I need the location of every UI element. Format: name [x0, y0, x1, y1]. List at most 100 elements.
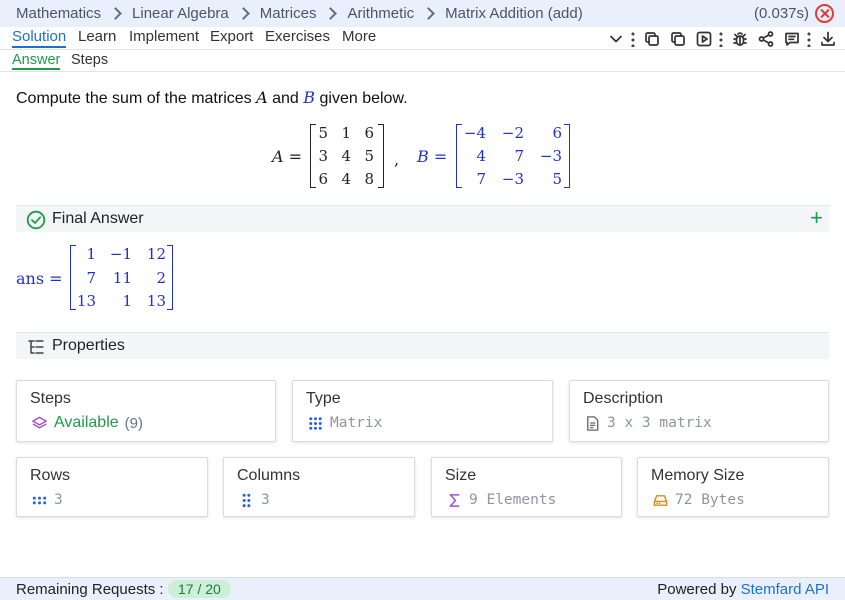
steps-count: (9) — [124, 414, 143, 432]
card-size: Size 9 Elements — [431, 457, 622, 517]
remaining-requests-label: Remaining Requests : — [16, 581, 164, 598]
var-b: B — [303, 88, 316, 107]
problem-prefix: Compute the sum of the matrices — [16, 90, 252, 107]
tab-more[interactable]: More — [342, 28, 376, 45]
download-icon[interactable] — [818, 29, 837, 48]
card-rows-value: 3 — [30, 491, 63, 509]
steps-available[interactable]: Available — [54, 414, 119, 432]
answer-cell: 1 — [122, 292, 132, 310]
answer-cell: 7 — [86, 269, 96, 287]
matrix-b-cell: −3 — [501, 170, 524, 188]
chevron-right-icon — [324, 7, 338, 20]
breadcrumb-item-arithmetic[interactable]: Arithmetic — [347, 5, 414, 22]
tab-exercises[interactable]: Exercises — [265, 28, 330, 45]
close-icon[interactable] — [815, 4, 834, 23]
tab-export[interactable]: Export — [210, 28, 253, 45]
card-type-title: Type — [306, 390, 341, 407]
problem-statement: Compute the sum of the matrices A and B … — [16, 88, 408, 108]
powered-prefix: Powered by — [657, 581, 737, 598]
check-circle-icon — [26, 210, 46, 230]
answer-cell: −1 — [109, 245, 132, 263]
matrix-a-cell: 5 — [364, 147, 374, 165]
answer-cell: 11 — [112, 269, 132, 287]
card-description: Description 3 x 3 matrix — [569, 380, 829, 442]
chevron-right-icon — [236, 7, 250, 20]
remaining-requests-badge: 17 / 20 — [168, 580, 231, 598]
card-size-title: Size — [445, 467, 477, 484]
columns-value: 3 — [261, 492, 270, 508]
footer: Remaining Requests : 17 / 20 Powered by … — [0, 577, 845, 600]
document-icon — [583, 414, 601, 432]
copy-icon[interactable] — [642, 29, 661, 48]
stemfard-api-link[interactable]: Stemfard API — [741, 581, 829, 598]
rows-value: 3 — [54, 492, 63, 508]
answer-cell: 13 — [146, 292, 166, 310]
properties-header[interactable]: Properties — [16, 332, 829, 359]
matrix-b-cell: −2 — [501, 124, 524, 142]
matrix-b-cell: 6 — [552, 124, 562, 142]
more-vertical-icon[interactable] — [631, 30, 635, 47]
timing-label: (0.037s) — [753, 5, 809, 22]
main-tabs: Solution Learn Implement Export Exercise… — [0, 27, 845, 50]
description-value: 3 x 3 matrix — [607, 415, 712, 431]
tab-solution[interactable]: Solution — [12, 28, 67, 48]
card-memory-title: Memory Size — [651, 467, 745, 484]
breadcrumb-item-matrices[interactable]: Matrices — [260, 5, 317, 22]
layers-icon — [30, 414, 48, 432]
columns-dots-icon — [237, 491, 255, 509]
matrix-a-label: A = — [272, 147, 303, 166]
card-description-title: Description — [583, 390, 664, 407]
memory-value: 72 Bytes — [675, 492, 745, 508]
bug-icon[interactable] — [730, 29, 749, 48]
card-columns-value: 3 — [237, 491, 270, 509]
matrix-b-cell: 7 — [476, 170, 486, 188]
matrix-b-cell: −3 — [539, 147, 562, 165]
rows-dots-icon — [30, 491, 48, 509]
powered-by: Powered by Stemfard API — [657, 581, 829, 598]
breadcrumb: Mathematics Linear Algebra Matrices Arit… — [0, 0, 845, 27]
card-memory-value: 72 Bytes — [651, 491, 745, 509]
answer-right-bracket — [167, 245, 173, 310]
card-steps[interactable]: Steps Available (9) — [16, 380, 276, 442]
answer-cell: 13 — [76, 292, 96, 310]
breadcrumb-item-linear-algebra[interactable]: Linear Algebra — [132, 5, 229, 22]
matrix-a-cell: 1 — [341, 124, 351, 142]
tab-steps[interactable]: Steps — [71, 52, 108, 68]
breadcrumb-item-mathematics[interactable]: Mathematics — [16, 5, 101, 22]
matrix-a-right-bracket — [378, 124, 384, 188]
problem-suffix: given below. — [319, 90, 408, 107]
hard-drive-icon — [651, 491, 669, 509]
matrix-b-cell: 4 — [476, 147, 486, 165]
tab-learn[interactable]: Learn — [78, 28, 116, 45]
matrix-b-cell: 7 — [514, 147, 524, 165]
matrix-a-cell: 6 — [318, 170, 328, 188]
matrix-b-right-bracket — [564, 124, 570, 188]
more-vertical-icon[interactable] — [807, 30, 811, 47]
card-rows: Rows 3 — [16, 457, 208, 517]
tab-implement[interactable]: Implement — [129, 28, 199, 45]
share-icon[interactable] — [756, 29, 775, 48]
matrix-a-cell: 5 — [318, 124, 328, 142]
play-icon[interactable] — [694, 29, 713, 48]
size-value: 9 Elements — [469, 492, 557, 508]
problem-and: and — [272, 90, 299, 107]
card-rows-title: Rows — [30, 467, 71, 484]
matrix-b-label: B = — [417, 147, 448, 166]
chevron-right-icon — [109, 7, 122, 20]
breadcrumb-item-matrix-addition[interactable]: Matrix Addition (add) — [445, 5, 583, 22]
comment-icon[interactable] — [782, 29, 801, 48]
chevron-down-icon[interactable] — [606, 29, 625, 48]
matrix-a-cell: 6 — [364, 124, 374, 142]
card-type: Type Matrix — [292, 380, 553, 442]
more-vertical-icon[interactable] — [719, 30, 723, 47]
final-answer-header[interactable]: Final Answer + — [16, 205, 829, 232]
plus-icon[interactable]: + — [810, 207, 823, 229]
matrix-a-cell: 4 — [341, 147, 351, 165]
answer-label: ans = — [16, 269, 63, 288]
duplicate-icon[interactable] — [668, 29, 687, 48]
answer-cell: 2 — [156, 269, 166, 287]
matrix-a-cell: 8 — [364, 170, 374, 188]
var-a: A — [256, 88, 268, 107]
tab-answer[interactable]: Answer — [12, 52, 61, 70]
chevron-right-icon — [422, 7, 436, 20]
